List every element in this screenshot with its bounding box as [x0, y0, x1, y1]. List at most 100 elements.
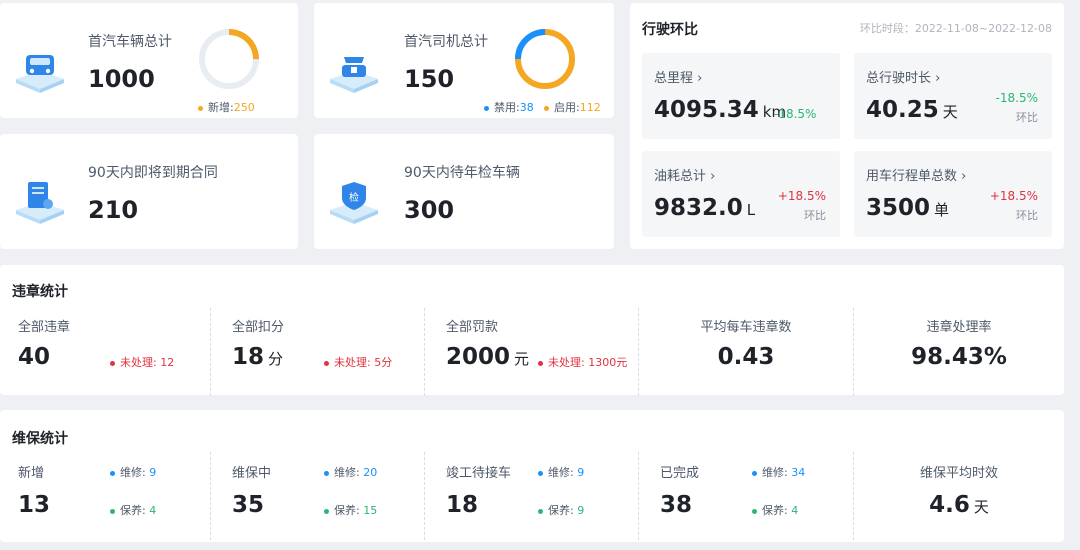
repair-dot [110, 470, 115, 476]
violations-title: 违章统计 [12, 284, 68, 300]
trend-fuel-value: 9832.0 [654, 195, 743, 221]
service-label: 保养: [762, 504, 788, 517]
divider [424, 452, 425, 540]
stat-pending: 未处理: 12 [110, 354, 174, 370]
service-label: 保养: [548, 504, 574, 517]
service-count: 保养: 4 [752, 502, 798, 518]
stat-value: 0.43 [717, 344, 775, 370]
service-count: 保养: 9 [538, 502, 584, 518]
drivers-ring-chart [515, 29, 575, 89]
service-value: 15 [363, 504, 378, 517]
service-count: 保养: 4 [110, 502, 156, 518]
trend-title: 行驶环比 [642, 22, 698, 38]
trend-item-trips[interactable]: 用车行程单总数 › 3500 单 +18.5% 环比 [854, 151, 1052, 237]
trend-item-fuel[interactable]: 油耗总计 › 9832.0 L +18.5% 环比 [642, 151, 840, 237]
violation-stat-fines: 全部罚款 2000 元 未处理: 1300元 [440, 316, 654, 404]
trend-duration-label-wrap: 总行驶时长 › [866, 67, 940, 86]
card-vehicles-total: 首汽车辆总计 1000 新增:250 [0, 3, 298, 118]
stat-value: 18 [446, 492, 479, 518]
trend-trips-value-wrap: 3500 单 [866, 195, 949, 221]
card-drivers-total: 首汽司机总计 150 禁用:38 启用:112 [314, 3, 614, 118]
car-icon [12, 45, 68, 95]
stat-value-wrap: 18 分 [232, 344, 283, 370]
stat-label: 维保中 [232, 466, 272, 481]
service-dot [324, 508, 329, 514]
divider [210, 308, 211, 396]
trend-trips-value: 3500 [866, 195, 931, 221]
trend-fuel-pct: +18.5% [777, 189, 826, 203]
repair-dot [752, 470, 757, 476]
drivers-title: 首汽司机总计 [404, 34, 488, 50]
stat-label: 维保平均时效 [919, 466, 998, 481]
drivers-value: 150 [404, 65, 455, 93]
drivers-enabled-label: 启用: [554, 101, 580, 114]
stat-unit: 天 [973, 498, 989, 516]
trend-fuel-label: 油耗总计 [654, 169, 707, 184]
drivers-disabled-value: 38 [519, 101, 534, 114]
trend-duration-value-wrap: 40.25 天 [866, 97, 958, 123]
stat-value-wrap: 2000 元 [446, 344, 529, 370]
repair-count: 维修: 34 [752, 464, 805, 480]
drivers-disabled-label: 禁用: [494, 101, 520, 114]
stat-value: 35 [232, 492, 265, 518]
service-dot [538, 508, 543, 514]
repair-dot [538, 470, 543, 476]
chevron-right-icon: › [935, 71, 941, 86]
violation-stat-rate: 违章处理率 98.43% [854, 316, 1064, 404]
stat-label: 违章处理率 [926, 320, 992, 335]
drivers-legend-enabled: 启用:112 [544, 99, 601, 115]
divider [424, 308, 425, 396]
repair-label: 维修: [334, 466, 360, 479]
stat-pending: 未处理: 5分 [324, 354, 392, 370]
stat-pending-text: 未处理: 1300元 [548, 356, 628, 369]
card-expiring-contracts: 90天内即将到期合同 210 [0, 134, 298, 249]
violation-stat-avg: 平均每车违章数 0.43 [639, 316, 853, 404]
maintenance-title: 维保统计 [12, 431, 68, 447]
service-label: 保养: [120, 504, 146, 517]
trend-trips-label-wrap: 用车行程单总数 › [866, 165, 966, 184]
trend-item-mileage[interactable]: 总里程 › 4095.34 km -18.5% [642, 53, 840, 139]
repair-dot [324, 470, 329, 476]
stat-value: 18 [232, 344, 265, 370]
service-value: 4 [791, 504, 799, 517]
service-value: 9 [577, 504, 585, 517]
chevron-right-icon: › [697, 71, 703, 86]
contract-icon [12, 176, 68, 226]
stat-value: 40 [18, 344, 51, 370]
pending-dot [110, 360, 115, 366]
stat-label: 全部扣分 [232, 320, 285, 335]
drivers-enabled-value: 112 [579, 101, 601, 114]
inspection-badge-char: 检 [349, 191, 359, 204]
chevron-right-icon: › [710, 169, 716, 184]
repair-value: 20 [363, 466, 378, 479]
vehicles-title: 首汽车辆总计 [88, 34, 172, 50]
stat-value: 38 [660, 492, 693, 518]
vehicles-new-value: 250 [233, 101, 255, 114]
driver-icon [326, 45, 382, 95]
trend-trips-label: 用车行程单总数 [866, 169, 958, 184]
trend-mileage-label-wrap: 总里程 › [654, 67, 702, 86]
trend-duration-unit: 天 [942, 103, 958, 121]
violation-stat-points: 全部扣分 18 分 未处理: 5分 [226, 316, 440, 404]
service-label: 保养: [334, 504, 360, 517]
stat-label: 已完成 [660, 466, 700, 481]
legend-dot [544, 105, 549, 111]
trend-item-duration[interactable]: 总行驶时长 › 40.25 天 -18.5% 环比 [854, 53, 1052, 139]
stat-value: 98.43% [911, 344, 1007, 370]
repair-value: 9 [149, 466, 157, 479]
maint-stat-avg-time: 维保平均时效 4.6 天 [854, 462, 1064, 550]
repair-value: 9 [577, 466, 585, 479]
inspection-value: 300 [404, 196, 455, 224]
divider [210, 452, 211, 540]
service-count: 保养: 15 [324, 502, 377, 518]
contracts-value: 210 [88, 196, 139, 224]
stat-label: 全部违章 [18, 320, 71, 335]
trend-fuel-unit: L [746, 201, 756, 219]
vehicles-new-label: 新增: [208, 101, 234, 114]
repair-count: 维修: 9 [538, 464, 584, 480]
vehicles-legend-new: 新增:250 [198, 99, 255, 115]
trend-duration-sub: 环比 [1016, 111, 1038, 124]
drivers-legend-disabled: 禁用:38 [484, 99, 534, 115]
pending-dot [324, 360, 329, 366]
stat-value: 2000 [446, 344, 511, 370]
